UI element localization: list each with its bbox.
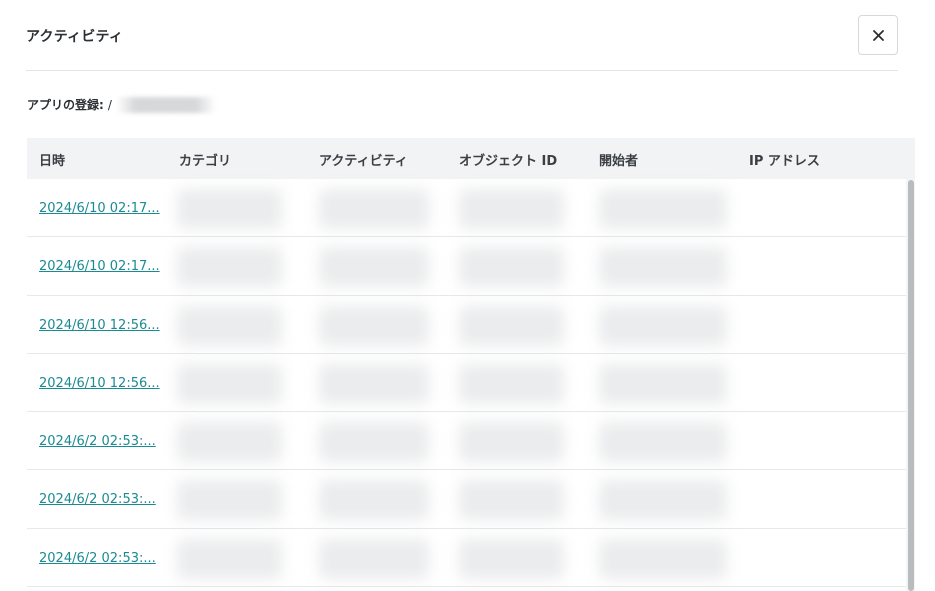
redacted-cell xyxy=(177,480,282,521)
redacted-cell xyxy=(177,538,282,579)
column-header-category[interactable]: カテゴリ xyxy=(179,150,231,169)
column-header-datetime[interactable]: 日時 xyxy=(39,150,65,169)
redacted-cell xyxy=(319,422,429,463)
redacted-cell xyxy=(177,189,282,229)
redacted-cell xyxy=(319,305,429,346)
redacted-cell xyxy=(599,422,727,463)
table-row: 2024/6/10 02:17... xyxy=(27,237,910,296)
table-row: 2024/6/2 02:53:... xyxy=(27,412,910,471)
redacted-cell xyxy=(599,305,727,346)
datetime-link[interactable]: 2024/6/2 02:53:... xyxy=(39,434,156,449)
column-header-initiator[interactable]: 開始者 xyxy=(599,150,638,169)
redacted-cell xyxy=(599,363,727,404)
redacted-cell xyxy=(319,247,429,288)
redacted-cell xyxy=(177,363,282,404)
redacted-cell xyxy=(459,247,564,288)
app-registration: アプリの登録: / xyxy=(27,96,216,113)
datetime-link[interactable]: 2024/6/10 02:17... xyxy=(39,259,160,274)
table-row: 2024/6/2 02:53:... xyxy=(27,470,910,529)
close-icon xyxy=(872,29,884,41)
redacted-cell xyxy=(459,189,564,229)
redacted-cell xyxy=(177,422,282,463)
table-row: 2024/6/10 02:17... xyxy=(27,179,910,238)
redacted-cell xyxy=(319,189,429,229)
panel-title: アクティビティ xyxy=(26,29,124,45)
redacted-cell xyxy=(599,538,727,579)
redacted-cell xyxy=(459,363,564,404)
column-header-ip-address[interactable]: IP アドレス xyxy=(749,150,820,169)
redacted-cell xyxy=(599,247,727,288)
redacted-cell xyxy=(459,538,564,579)
table-body: 2024/6/10 02:17... 2024/6/10 02:17... 20… xyxy=(27,179,910,588)
redacted-cell xyxy=(459,480,564,521)
table-row: 2024/6/2 02:53:... xyxy=(27,529,910,588)
table-row: 2024/6/10 12:56... xyxy=(27,354,910,413)
datetime-link[interactable]: 2024/6/2 02:53:... xyxy=(39,492,156,507)
table-header: 日時 カテゴリ アクティビティ オブジェクト ID 開始者 IP アドレス xyxy=(27,138,915,179)
redacted-cell xyxy=(459,305,564,346)
redacted-cell xyxy=(319,363,429,404)
close-button[interactable] xyxy=(858,15,898,55)
scrollbar-thumb[interactable] xyxy=(908,180,914,591)
redacted-app-name xyxy=(115,96,216,113)
redacted-cell xyxy=(177,305,282,346)
column-header-activity[interactable]: アクティビティ xyxy=(319,150,408,169)
redacted-cell xyxy=(319,538,429,579)
table-row: 2024/6/10 12:56... xyxy=(27,296,910,354)
activity-table: 日時 カテゴリ アクティビティ オブジェクト ID 開始者 IP アドレス 20… xyxy=(27,138,915,591)
panel-header: アクティビティ xyxy=(26,0,898,71)
redacted-cell xyxy=(599,189,727,229)
app-registration-label: アプリの登録: xyxy=(27,98,104,112)
redacted-cell xyxy=(459,422,564,463)
datetime-link[interactable]: 2024/6/10 12:56... xyxy=(39,376,160,391)
datetime-link[interactable]: 2024/6/10 02:17... xyxy=(39,201,160,216)
column-header-object-id[interactable]: オブジェクト ID xyxy=(459,150,557,169)
redacted-cell xyxy=(177,247,282,288)
redacted-cell xyxy=(599,480,727,521)
datetime-link[interactable]: 2024/6/2 02:53:... xyxy=(39,551,156,566)
redacted-cell xyxy=(319,480,429,521)
datetime-link[interactable]: 2024/6/10 12:56... xyxy=(39,318,160,333)
app-registration-value: / xyxy=(107,97,112,112)
